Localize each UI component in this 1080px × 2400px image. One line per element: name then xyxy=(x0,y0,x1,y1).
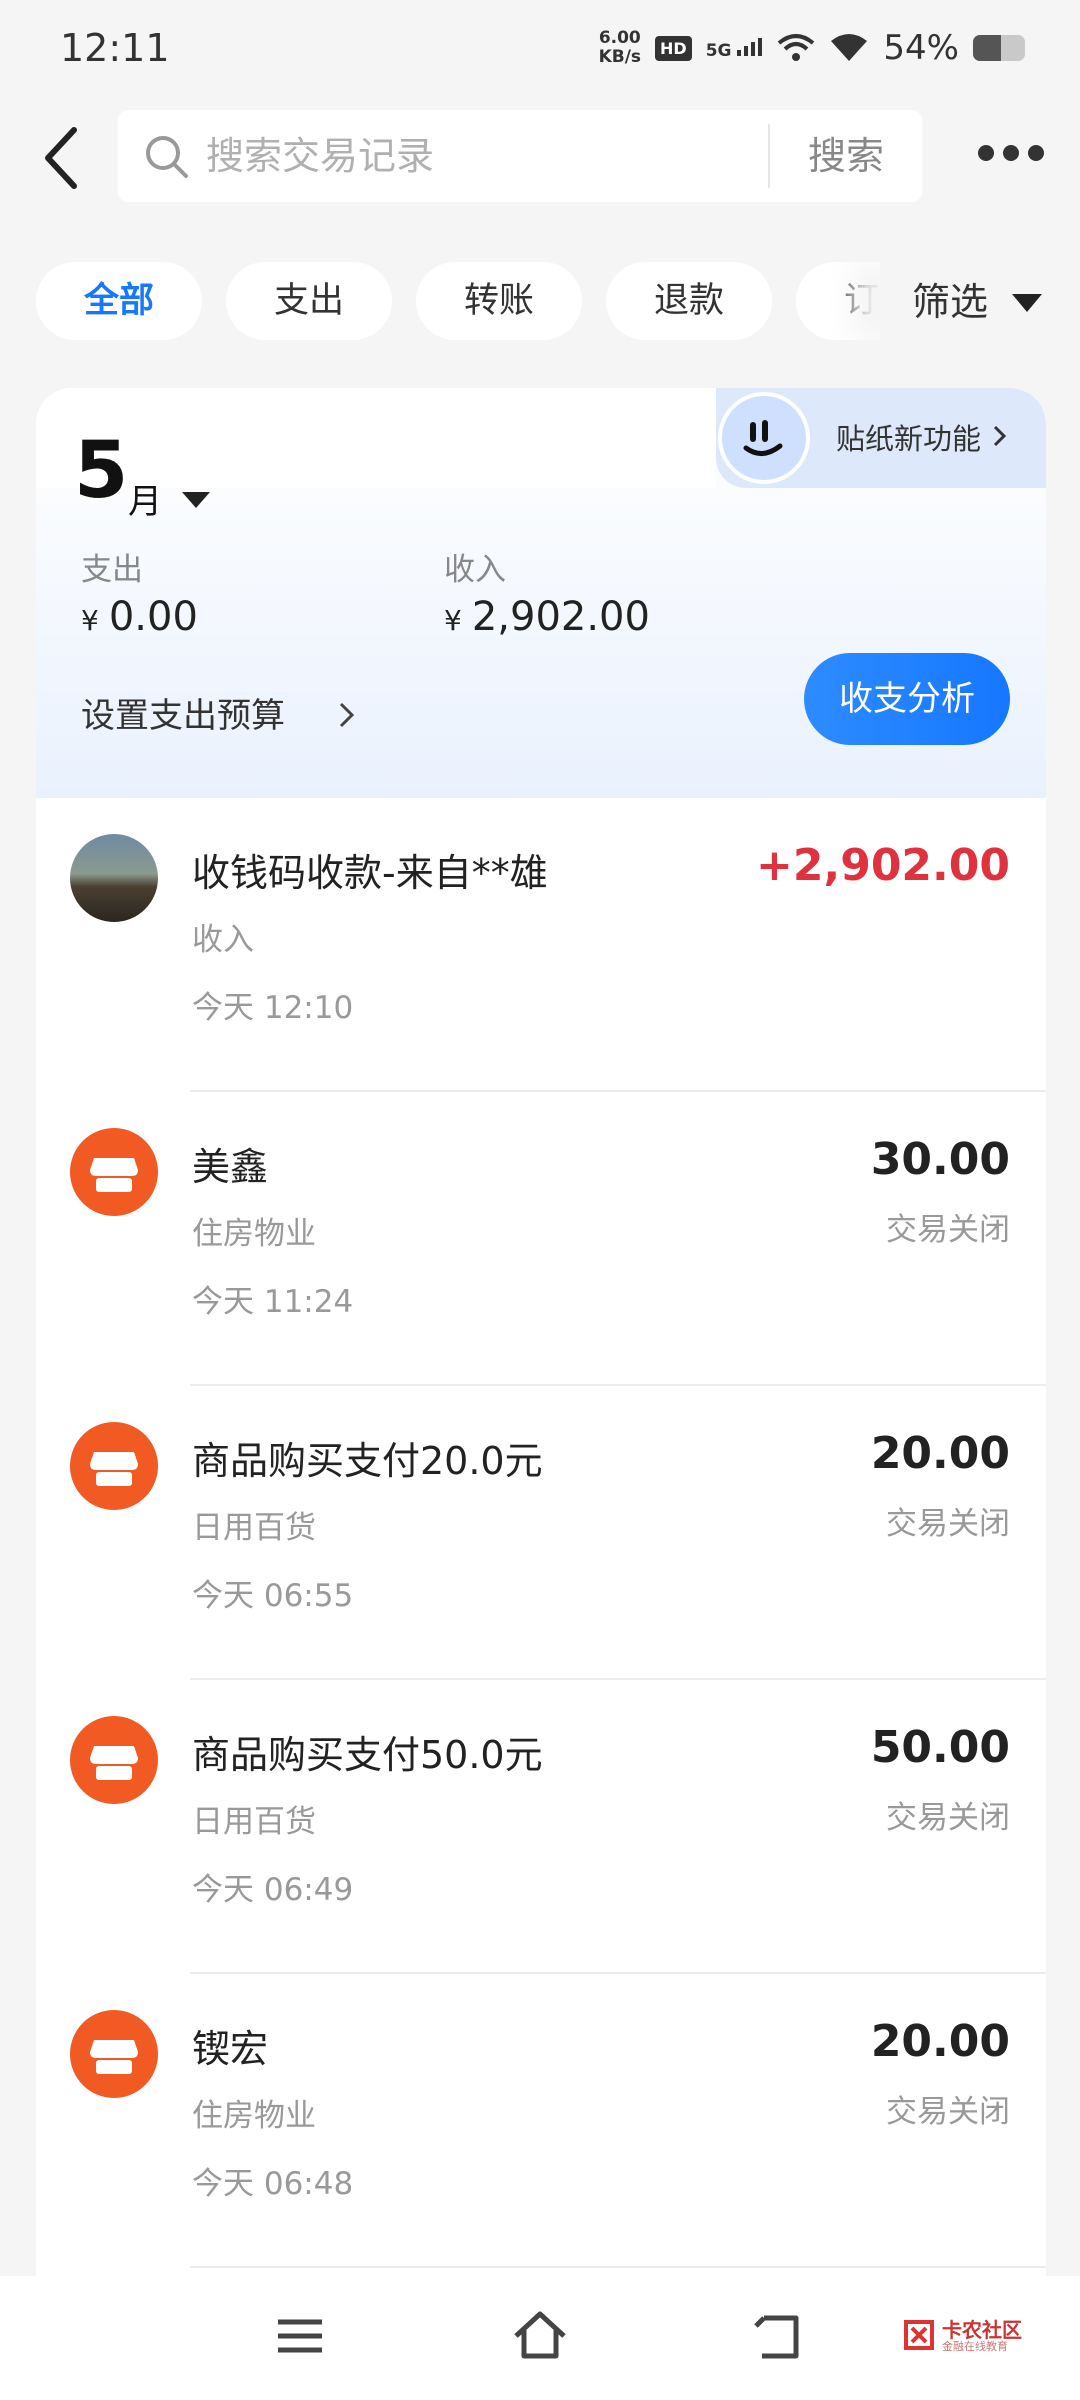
transaction-time: 今天 06:55 xyxy=(192,1578,354,1614)
transactions-card: 贴纸新功能 5 月 支出 ¥0.00 收入 ¥2,902.00 设置支出预算 收… xyxy=(36,388,1046,2398)
shop-icon xyxy=(70,2010,158,2098)
transaction-category: 住房物业 xyxy=(192,1216,316,1252)
transaction-row[interactable]: 商品购买支付20.0元 日用百货 今天 06:55 20.00 交易关闭 xyxy=(36,1386,1046,1680)
transaction-status: 交易关闭 xyxy=(886,1800,1010,1836)
watermark-subtext: 金融在线教育 xyxy=(942,2340,1008,2353)
search-icon xyxy=(146,136,188,178)
caret-down-icon xyxy=(1012,294,1042,312)
month-dropdown-icon[interactable] xyxy=(182,492,210,508)
income-expense-analysis-button[interactable]: 收支分析 xyxy=(804,653,1010,745)
month-value[interactable]: 5 xyxy=(74,428,128,514)
transaction-category: 收入 xyxy=(192,922,254,958)
transaction-row[interactable]: 美鑫 住房物业 今天 11:24 30.00 交易关闭 xyxy=(36,1092,1046,1386)
transaction-status: 交易关闭 xyxy=(886,2094,1010,2130)
search-button[interactable]: 搜索 xyxy=(770,110,922,202)
tab-all[interactable]: 全部 xyxy=(36,262,202,340)
transaction-row[interactable]: 商品购买支付50.0元 日用百货 今天 06:49 50.00 交易关闭 xyxy=(36,1680,1046,1974)
expense-amount: ¥0.00 xyxy=(81,594,198,640)
tab-expense[interactable]: 支出 xyxy=(226,262,392,340)
transaction-category: 住房物业 xyxy=(192,2098,316,2134)
payer-avatar xyxy=(70,834,158,922)
wifi-calling-icon xyxy=(778,34,815,61)
filter-button[interactable]: 筛选 xyxy=(880,262,1080,342)
menu-icon[interactable] xyxy=(270,2306,330,2366)
transaction-list: 收钱码收款-来自**雄 收入 今天 12:10 +2,902.00 美鑫 住房物… xyxy=(36,798,1046,2268)
transaction-amount: 20.00 xyxy=(870,2016,1010,2067)
transaction-time: 今天 06:48 xyxy=(192,2166,354,2202)
status-icons: 6.00 KB/s HD 5G 54% xyxy=(599,28,1025,68)
wifi-icon xyxy=(831,34,868,61)
shop-icon xyxy=(70,1422,158,1510)
sticker-feature-label: 贴纸新功能 xyxy=(836,422,982,456)
chevron-right-icon xyxy=(339,702,355,728)
more-icon[interactable] xyxy=(978,145,1044,165)
transaction-row[interactable]: 收钱码收款-来自**雄 收入 今天 12:10 +2,902.00 xyxy=(36,798,1046,1092)
filter-label: 筛选 xyxy=(912,280,989,324)
status-bar: 12:11 6.00 KB/s HD 5G 54% xyxy=(0,0,1080,100)
tab-refund[interactable]: 退款 xyxy=(606,262,772,340)
network-speed: 6.00 KB/s xyxy=(598,28,642,67)
shop-icon xyxy=(70,1716,158,1804)
shop-icon xyxy=(70,1128,158,1216)
search-input[interactable]: 搜索交易记录 xyxy=(206,130,434,182)
transaction-status: 交易关闭 xyxy=(886,1212,1010,1248)
transaction-time: 今天 12:10 xyxy=(192,990,354,1026)
transaction-title: 商品购买支付20.0元 xyxy=(192,1439,543,1483)
hd-icon: HD xyxy=(655,35,692,61)
tab-transfer[interactable]: 转账 xyxy=(416,262,582,340)
watermark-logo: 卡农社区 金融在线教育 xyxy=(902,2314,1052,2364)
search-bar: 搜索交易记录 搜索 xyxy=(118,110,922,202)
back-icon[interactable] xyxy=(750,2306,810,2366)
transaction-amount: 50.00 xyxy=(870,1722,1010,1773)
watermark-logo-icon xyxy=(904,2320,934,2350)
income-label: 收入 xyxy=(444,552,506,588)
transaction-category: 日用百货 xyxy=(192,1510,316,1546)
transaction-amount: 20.00 xyxy=(870,1428,1010,1479)
set-budget-link[interactable]: 设置支出预算 xyxy=(81,688,285,737)
divider xyxy=(190,2266,1046,2268)
transaction-time: 今天 11:24 xyxy=(192,1284,354,1320)
month-summary: 贴纸新功能 5 月 支出 ¥0.00 收入 ¥2,902.00 设置支出预算 收… xyxy=(36,388,1046,798)
battery-percent: 54% xyxy=(883,28,959,68)
transaction-title: 商品购买支付50.0元 xyxy=(192,1733,543,1777)
transaction-title: 美鑫 xyxy=(192,1145,269,1189)
sticker-face-icon xyxy=(718,392,810,484)
home-icon[interactable] xyxy=(510,2306,570,2366)
chevron-right-icon xyxy=(994,425,1007,447)
transaction-amount: +2,902.00 xyxy=(756,840,1010,891)
transaction-status: 交易关闭 xyxy=(886,1506,1010,1542)
transaction-row[interactable]: 锲宏 住房物业 今天 06:48 20.00 交易关闭 xyxy=(36,1974,1046,2268)
transaction-title: 锲宏 xyxy=(192,2027,269,2071)
month-unit: 月 xyxy=(128,482,162,522)
battery-icon xyxy=(973,35,1025,61)
transaction-time: 今天 06:49 xyxy=(192,1872,354,1908)
transaction-category: 日用百货 xyxy=(192,1804,316,1840)
status-time: 12:11 xyxy=(60,26,170,70)
5g-signal-icon: 5G xyxy=(706,36,764,61)
transaction-amount: 30.00 xyxy=(870,1134,1010,1185)
income-amount: ¥2,902.00 xyxy=(444,594,650,640)
transaction-title: 收钱码收款-来自**雄 xyxy=(192,851,548,895)
back-arrow-icon[interactable] xyxy=(34,118,94,198)
expense-label: 支出 xyxy=(81,552,143,588)
